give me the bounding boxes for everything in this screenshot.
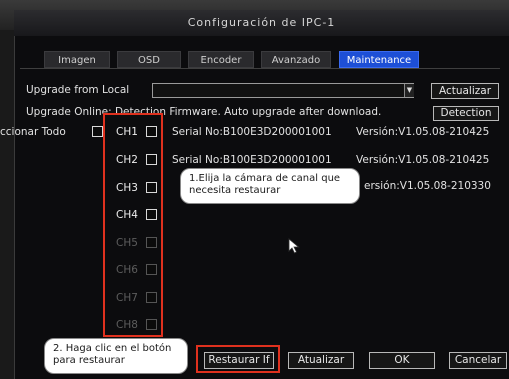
firmware-file-input[interactable] bbox=[152, 83, 414, 98]
file-dropdown-button[interactable]: ▼ bbox=[404, 84, 414, 97]
tab-divider bbox=[20, 68, 500, 69]
channel-highlight-box bbox=[103, 113, 163, 337]
callout-step2: 2. Haga clic en el botón para restaurar bbox=[44, 338, 188, 374]
channel-version-ch3: ersión:V1.05.08-210330 bbox=[364, 180, 491, 192]
callout-step1: 1.Elija la cámara de canal que necesita … bbox=[180, 168, 360, 204]
tab-imagen[interactable]: Imagen bbox=[44, 51, 110, 68]
select-all-label: ccionar Todo bbox=[0, 126, 66, 138]
channel-version-ch1: Versión:V1.05.08-210425 bbox=[356, 126, 490, 138]
detection-button[interactable]: Detection bbox=[433, 106, 499, 121]
update-local-button[interactable]: Actualizar bbox=[431, 83, 499, 99]
cancel-button[interactable]: Cancelar bbox=[449, 352, 507, 369]
tab-encoder[interactable]: Encoder bbox=[188, 51, 254, 68]
chevron-down-icon: ▼ bbox=[406, 86, 413, 94]
refresh-button[interactable]: Atualizar bbox=[288, 352, 354, 369]
upgrade-online-label: Upgrade Online: Detection Firmware. Auto… bbox=[26, 106, 382, 118]
select-all-checkbox[interactable] bbox=[92, 126, 103, 137]
ok-button[interactable]: OK bbox=[369, 352, 435, 369]
tab-osd[interactable]: OSD bbox=[117, 51, 181, 68]
upgrade-local-label: Upgrade from Local bbox=[26, 84, 130, 96]
mouse-pointer-icon bbox=[288, 238, 300, 254]
channel-version-ch2: Versión:V1.05.08-210425 bbox=[356, 154, 490, 166]
channel-serial-ch1: Serial No:B100E3D200001001 bbox=[172, 126, 332, 138]
tab-avanzado[interactable]: Avanzado bbox=[261, 51, 331, 68]
tab-maintenance[interactable]: Maintenance bbox=[339, 51, 419, 68]
restore-highlight-box bbox=[196, 345, 280, 373]
channel-serial-ch2: Serial No:B100E3D200001001 bbox=[172, 154, 332, 166]
window-title: Configuración de IPC-1 bbox=[14, 10, 509, 36]
